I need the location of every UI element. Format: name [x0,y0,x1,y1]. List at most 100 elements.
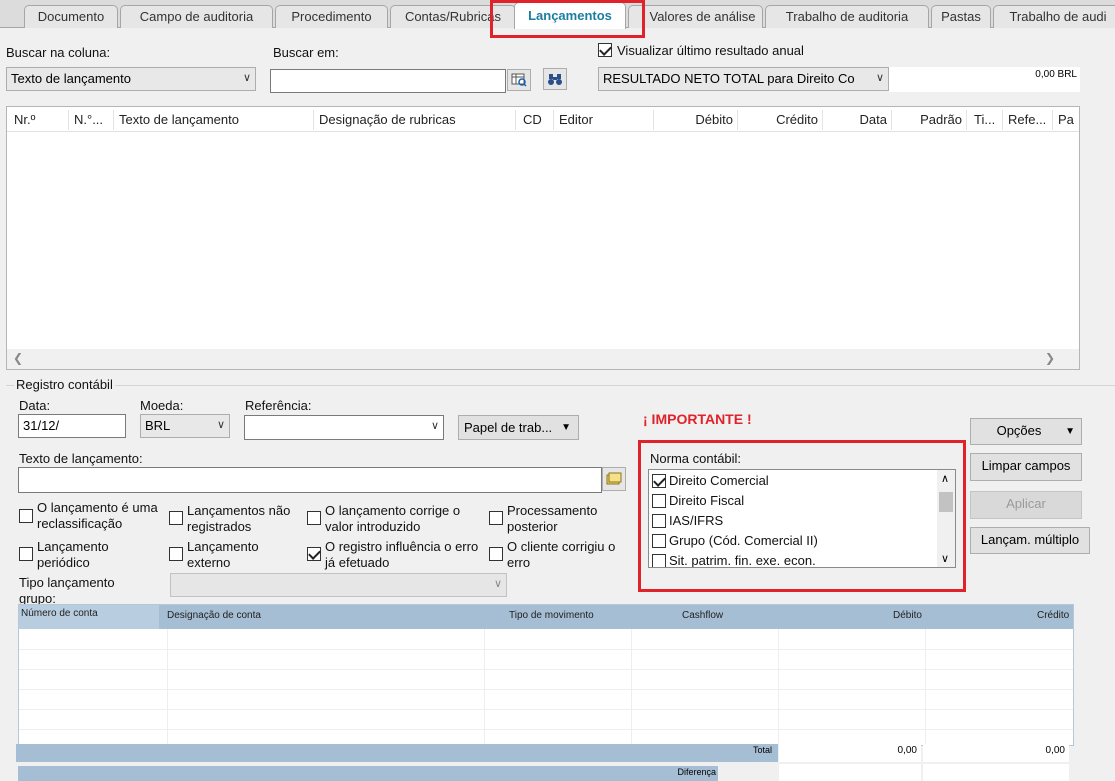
data-input[interactable]: 31/12/ [18,414,126,438]
externo-label: Lançamento externo [187,539,259,570]
moeda-value: BRL [145,418,171,433]
annual-amount: 0,00 BRL [889,67,1080,92]
col-debito-conta[interactable]: Débito [893,610,922,621]
entries-grid[interactable]: Nr.º N.°... Texto de lançamento Designaç… [6,106,1080,370]
tab-campo-de-auditoria[interactable]: Campo de auditoria [120,5,273,28]
texto-lancamento-input[interactable] [18,467,602,493]
externo-checkbox[interactable] [169,547,183,561]
col-cashflow[interactable]: Cashflow [682,610,723,621]
chevron-down-icon[interactable]: ∨ [941,552,949,565]
norma-scrollbar[interactable]: ∧ ∨ [937,470,955,567]
result-select[interactable]: RESULTADO NETO TOTAL para Direito Co ∨ [598,67,889,91]
registro-group-divider [6,385,1115,386]
moeda-select[interactable]: BRL ∨ [140,414,230,438]
cliente-corrigiu-checkbox[interactable] [489,547,503,561]
accounts-table[interactable]: Número de conta Designação de conta Tipo… [18,604,1074,747]
corrige-valor-label: O lançamento corrige o valor introduzido [325,503,461,534]
total-row: Total [16,744,778,762]
col-designacao-conta[interactable]: Designação de conta [167,610,261,621]
nao-registrados-checkbox[interactable] [169,511,183,525]
col-pa[interactable]: Pa [1058,112,1078,127]
difference-label: Diferença [677,767,716,777]
difference-credito [923,764,1069,781]
difference-row: Diferença [18,766,718,781]
tab-documento[interactable]: Documento [24,5,118,28]
chevron-down-icon: ∨ [430,420,439,432]
total-label: Total [752,745,772,755]
col-texto[interactable]: Texto de lançamento [119,112,309,127]
tipo-lancamento-label: Tipo lançamento grupo: [19,575,115,606]
opcoes-button[interactable]: Opções ▼ [970,418,1082,445]
aplicar-button[interactable]: Aplicar [970,491,1082,519]
annual-result-label: Visualizar último resultado anual [617,43,804,58]
grid-horizontal-scrollbar[interactable]: ❮ ❯ [7,349,1079,369]
col-cd[interactable]: CD [523,112,553,127]
col-ti[interactable]: Ti... [974,112,1002,127]
binoculars-icon[interactable] [543,68,567,90]
col-refe[interactable]: Refe... [1008,112,1050,127]
papel-de-trabalho-button[interactable]: Papel de trab... ▼ [458,415,579,440]
tab-pastas[interactable]: Pastas [931,5,991,28]
col-tipo-movimento[interactable]: Tipo de movimento [509,610,594,621]
norma-item-checkbox[interactable] [652,554,666,567]
norma-item-checkbox[interactable] [652,534,666,548]
col-n[interactable]: N.°... [74,112,112,127]
col-data[interactable]: Data [826,112,887,127]
nao-registrados-label: Lançamentos não registrados [187,503,291,534]
entries-grid-header: Nr.º N.°... Texto de lançamento Designaç… [7,107,1079,132]
chevron-right-icon[interactable]: ❯ [1045,351,1055,365]
norma-label: Norma contábil: [650,451,742,466]
col-numero-conta[interactable]: Número de conta [19,605,159,629]
chevron-down-icon: ∨ [875,72,884,84]
reclassificacao-checkbox[interactable] [19,509,33,523]
chevron-left-icon[interactable]: ❮ [13,351,23,365]
col-nr[interactable]: Nr.º [14,112,64,127]
norma-item-label: Grupo (Cód. Comercial II) [669,533,818,548]
tab-trabalho-de-audi[interactable]: Trabalho de audi [993,5,1115,28]
norma-item-checkbox[interactable] [652,474,666,488]
chevron-up-icon[interactable]: ∧ [941,472,949,485]
col-designacao[interactable]: Designação de rubricas [319,112,509,127]
data-label: Data: [19,398,51,413]
referencia-label: Referência: [245,398,312,413]
texto-lancamento-label: Texto de lançamento: [19,451,143,466]
referencia-select[interactable]: ∨ [244,415,444,440]
annual-result-checkbox[interactable] [598,43,612,57]
norma-list[interactable]: Direito Comercial Direito Fiscal IAS/IFR… [648,469,956,568]
tab-trabalho-de-auditoria[interactable]: Trabalho de auditoria [765,5,929,28]
norma-item-checkbox[interactable] [652,514,666,528]
chevron-down-icon: ∨ [493,578,502,590]
processamento-checkbox[interactable] [489,511,503,525]
limpar-campos-button[interactable]: Limpar campos [970,453,1082,481]
col-padrao[interactable]: Padrão [895,112,962,127]
tipo-lancamento-select[interactable]: ∨ [170,573,507,597]
periodico-checkbox[interactable] [19,547,33,561]
opcoes-label: Opções [996,423,1042,438]
tab-bar: Documento Campo de auditoria Procediment… [0,0,1115,29]
search-input[interactable] [270,69,506,93]
scroll-thumb[interactable] [939,492,953,512]
tab-valores-de-analise[interactable]: Valores de análise [628,5,763,28]
corrige-valor-checkbox[interactable] [307,511,321,525]
processamento-label: Processamento posterior [507,503,598,534]
tab-lancamentos[interactable]: Lançamentos [514,2,626,29]
search-column-select[interactable]: Texto de lançamento ∨ [6,67,256,91]
total-debito: 0,00 [779,744,921,762]
col-credito[interactable]: Crédito [741,112,818,127]
norma-item-label: Direito Fiscal [669,493,745,508]
col-credito-conta[interactable]: Crédito [1037,610,1069,621]
papel-button-label: Papel de trab... [464,420,553,435]
search-table-icon[interactable] [507,69,531,91]
influencia-erro-checkbox[interactable] [307,547,321,561]
tab-procedimento[interactable]: Procedimento [275,5,388,28]
col-editor[interactable]: Editor [559,112,649,127]
accounts-table-header: Número de conta Designação de conta Tipo… [19,605,1073,629]
col-debito[interactable]: Débito [657,112,733,127]
influencia-erro-label: O registro influência o erro já efetuado [325,539,479,570]
lancamento-multiplo-button[interactable]: Lançam. múltiplo [970,527,1090,554]
norma-item-checkbox[interactable] [652,494,666,508]
notes-icon[interactable] [602,467,626,491]
search-in-label: Buscar em: [273,45,339,60]
reclassificacao-label: O lançamento é uma reclassificação [37,500,158,531]
tab-contas-rubricas[interactable]: Contas/Rubricas [390,5,516,28]
